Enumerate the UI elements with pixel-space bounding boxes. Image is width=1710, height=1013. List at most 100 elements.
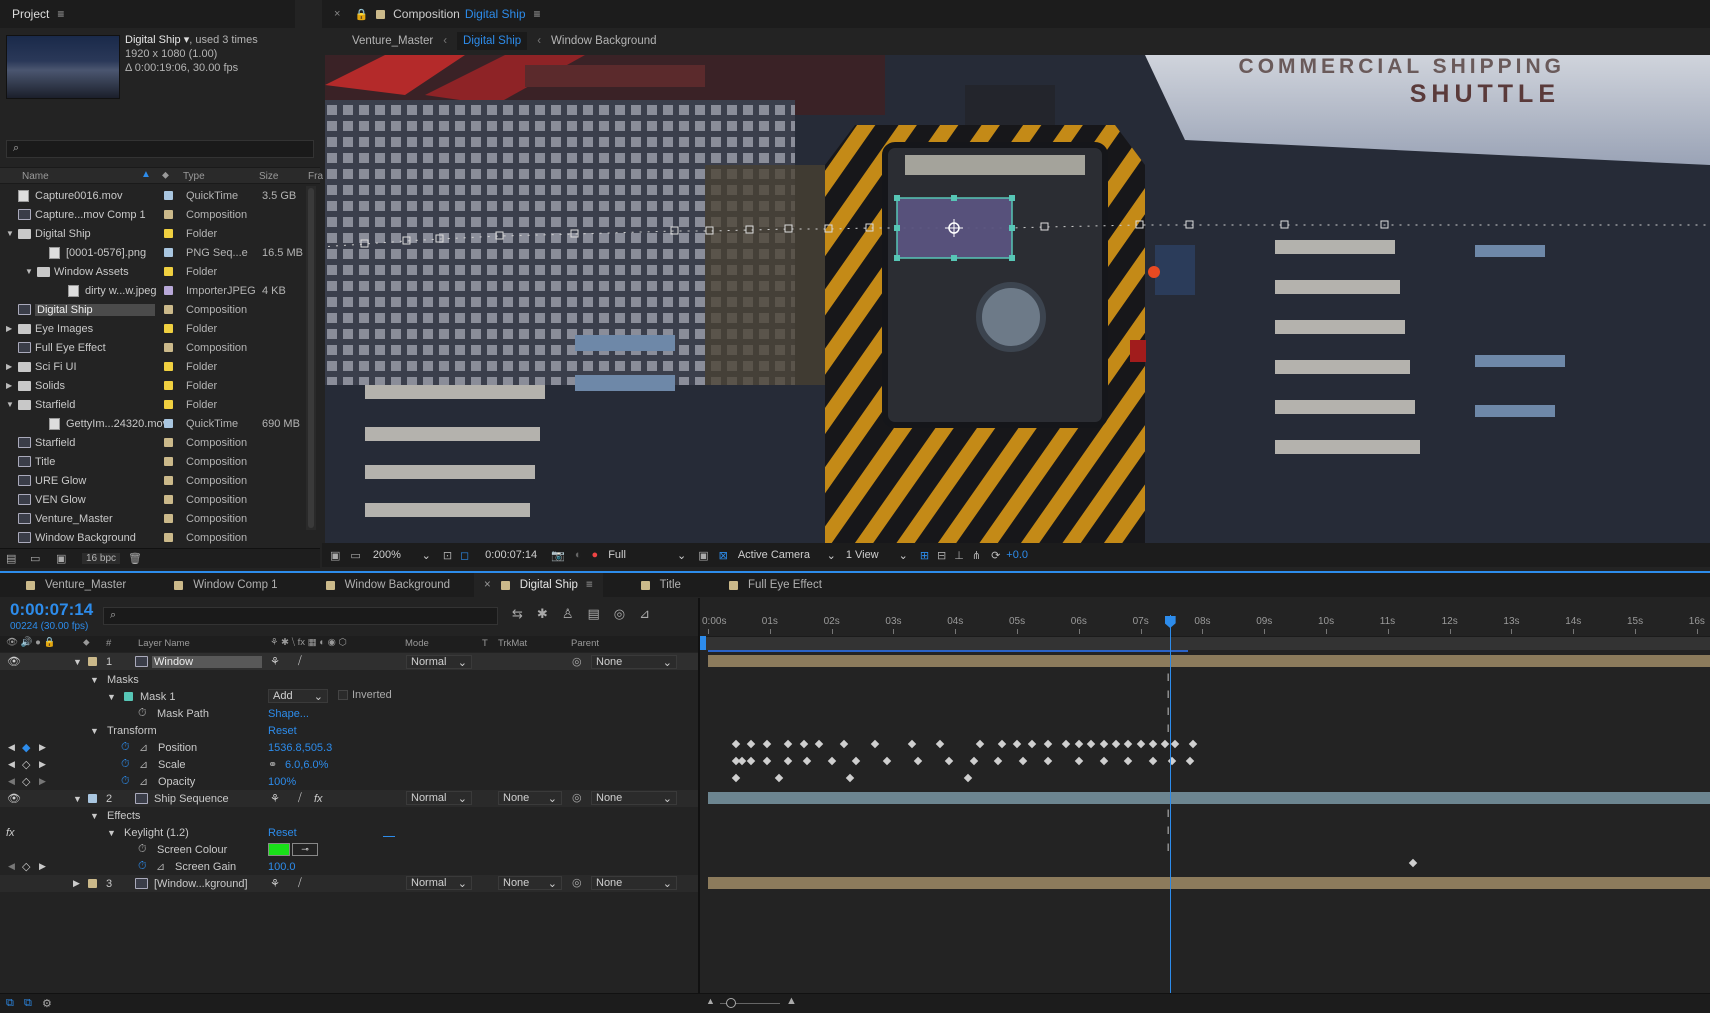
layer-name[interactable]: Ship Sequence	[154, 793, 229, 805]
layer1-parent-dropdown[interactable]: None ⌄	[591, 655, 677, 669]
layer2-trkmat-dropdown[interactable]: None ⌄	[498, 791, 562, 805]
comp-name[interactable]: Digital Ship	[465, 7, 526, 21]
always-preview-icon[interactable]: ▣	[330, 549, 340, 562]
next-keyframe-icon[interactable]: ▶	[39, 759, 46, 770]
keyframe-diamond-icon[interactable]: ◆	[22, 741, 30, 754]
frame-blending-icon[interactable]: ▤	[587, 606, 599, 622]
column-type[interactable]: Type	[183, 171, 205, 182]
screen-gain-value[interactable]: 100.0	[268, 861, 296, 873]
twirl-open-icon[interactable]: ▼	[25, 267, 33, 276]
layer3-trkmat-dropdown[interactable]: None ⌄	[498, 876, 562, 890]
prev-keyframe-icon[interactable]: ◀	[8, 742, 15, 753]
eyedropper-icon[interactable]: ⊸	[292, 843, 318, 856]
project-item-row[interactable]: ▶ Sci Fi UI Folder	[0, 357, 305, 376]
toggle-transparency-icon[interactable]: ⊠	[719, 549, 728, 562]
label-color-swatch[interactable]	[164, 286, 173, 295]
layer1-mode-dropdown[interactable]: Normal ⌄	[406, 655, 472, 669]
parent-pickwhip-icon[interactable]: ◎	[572, 655, 582, 668]
project-item-row[interactable]: Starfield Composition	[0, 433, 305, 452]
label-color-swatch[interactable]	[164, 533, 173, 542]
panel-menu-icon[interactable]: ≡	[57, 7, 64, 21]
shy-layers-icon[interactable]: ♙	[562, 606, 574, 622]
region-of-interest-icon[interactable]: ⊡	[443, 549, 452, 562]
screen-colour-swatch[interactable]	[268, 843, 290, 856]
project-scrollbar[interactable]	[306, 186, 316, 530]
mask-color-swatch[interactable]	[124, 692, 133, 701]
column-size[interactable]: Size	[259, 171, 278, 182]
mask-inverted-checkbox[interactable]	[338, 690, 348, 700]
keylight-effect-label[interactable]: Keylight (1.2)	[124, 827, 189, 839]
effect-fx-badge[interactable]: fx	[6, 827, 15, 839]
label-color-swatch[interactable]	[164, 514, 173, 523]
color-channels-icon[interactable]: ●	[592, 549, 599, 561]
project-item-row[interactable]: Venture_Master Composition	[0, 509, 305, 528]
mask-name[interactable]: Mask 1	[140, 691, 175, 703]
eye-visibility-icon[interactable]: 👁	[7, 792, 21, 805]
label-color-swatch[interactable]	[164, 191, 173, 200]
exposure-value[interactable]: +0.0	[1006, 549, 1028, 561]
constrain-link-icon[interactable]: ⚭	[268, 758, 277, 771]
label-color-swatch[interactable]	[164, 324, 173, 333]
snapshot-camera-icon[interactable]: 📷	[551, 549, 565, 562]
prev-keyframe-icon[interactable]: ◀	[8, 776, 15, 787]
project-item-row[interactable]: ▶ Solids Folder	[0, 376, 305, 395]
toggle-modes-icon[interactable]: ⧉	[24, 997, 32, 1010]
pixel-aspect-icon[interactable]: ⊞	[920, 549, 929, 562]
keyframe-diamond-icon[interactable]: ◇	[22, 775, 30, 788]
layer3-duration-bar[interactable]	[708, 877, 1710, 889]
project-search-input[interactable]: ⌕	[6, 140, 314, 158]
breadcrumb-item-active[interactable]: Digital Ship	[457, 32, 528, 50]
close-panel-icon[interactable]: ×	[334, 8, 340, 20]
layer2-mode-dropdown[interactable]: Normal ⌄	[406, 791, 472, 805]
timeline-tab[interactable]: Full Eye Effect	[719, 573, 832, 597]
timeline-divider[interactable]	[698, 598, 700, 993]
label-color-swatch[interactable]	[164, 381, 173, 390]
twirl-open-icon[interactable]: ▼	[107, 692, 116, 702]
project-panel-title[interactable]: Project	[12, 7, 49, 21]
label-color-swatch[interactable]	[164, 267, 173, 276]
breadcrumb-item[interactable]: Venture_Master	[352, 35, 433, 47]
shy-switch-icon[interactable]: ⚘	[270, 792, 280, 805]
bit-depth-button[interactable]: 16 bpc	[82, 553, 121, 564]
composition-viewer[interactable]: COMMERCIAL SHIPPING SHUTTLE	[325, 55, 1710, 543]
twirl-open-icon[interactable]: ▼	[90, 726, 99, 736]
comp-flowchart-icon[interactable]: ⊥	[954, 549, 964, 562]
stopwatch-active-icon[interactable]: ⏱	[138, 860, 147, 873]
breadcrumb-item[interactable]: Window Background	[551, 35, 656, 47]
timeline-tab[interactable]: × Digital Ship ≡	[474, 573, 603, 597]
next-keyframe-icon[interactable]: ▶	[39, 742, 46, 753]
project-item-row[interactable]: Full Eye Effect Composition	[0, 338, 305, 357]
stopwatch-icon[interactable]: ⏱	[138, 707, 147, 720]
composition-mini-flowchart-icon[interactable]: ⇆	[512, 606, 523, 622]
prev-keyframe-icon[interactable]: ◀	[8, 759, 15, 770]
twirl-open-icon[interactable]: ▼	[90, 675, 99, 685]
mask-mode-dropdown[interactable]: Add ⌄	[268, 689, 328, 703]
twirl-closed-icon[interactable]: ▶	[6, 381, 12, 390]
twirl-open-icon[interactable]: ▼	[73, 657, 82, 667]
layer-label-swatch[interactable]	[88, 794, 97, 803]
zoom-dropdown[interactable]: 200% ⌄	[373, 549, 431, 562]
keylight-reset-link[interactable]: Reset	[268, 827, 297, 839]
graph-icon[interactable]: ⊿	[139, 775, 148, 788]
project-item-row[interactable]: ▼ Starfield Folder	[0, 395, 305, 414]
label-color-swatch[interactable]	[164, 400, 173, 409]
column-frame-rate[interactable]: Fra	[308, 171, 323, 182]
flowchart-icon[interactable]: ⋔	[972, 549, 981, 562]
graph-editor-icon[interactable]: ⊿	[639, 606, 650, 622]
tab-menu-icon[interactable]: ≡	[586, 579, 593, 591]
stopwatch-active-icon[interactable]: ⏱	[121, 758, 130, 771]
column-layer-name[interactable]: Layer Name	[138, 638, 190, 649]
twirl-closed-icon[interactable]: ▶	[73, 878, 80, 889]
layer3-mode-dropdown[interactable]: Normal ⌄	[406, 876, 472, 890]
monitor-icon[interactable]: ▭	[350, 549, 360, 562]
label-color-swatch[interactable]	[164, 438, 173, 447]
project-item-row[interactable]: GettyIm...24320.mov QuickTime 690 MB	[0, 414, 305, 433]
layer3-parent-dropdown[interactable]: None ⌄	[591, 876, 677, 890]
timeline-tab[interactable]: Window Comp 1	[164, 573, 287, 597]
project-item-row[interactable]: Capture0016.movQuickTime3.5 GB⋔	[0, 186, 316, 205]
layer2-duration-bar[interactable]	[708, 792, 1710, 804]
graph-icon[interactable]: ⊿	[139, 758, 148, 771]
keyframe-diamond-icon[interactable]: ◇	[22, 758, 30, 771]
show-snapshot-icon[interactable]: ◐	[575, 549, 582, 561]
project-item-row[interactable]: dirty w...w.jpeg ImporterJPEG 4 KB	[0, 281, 305, 300]
